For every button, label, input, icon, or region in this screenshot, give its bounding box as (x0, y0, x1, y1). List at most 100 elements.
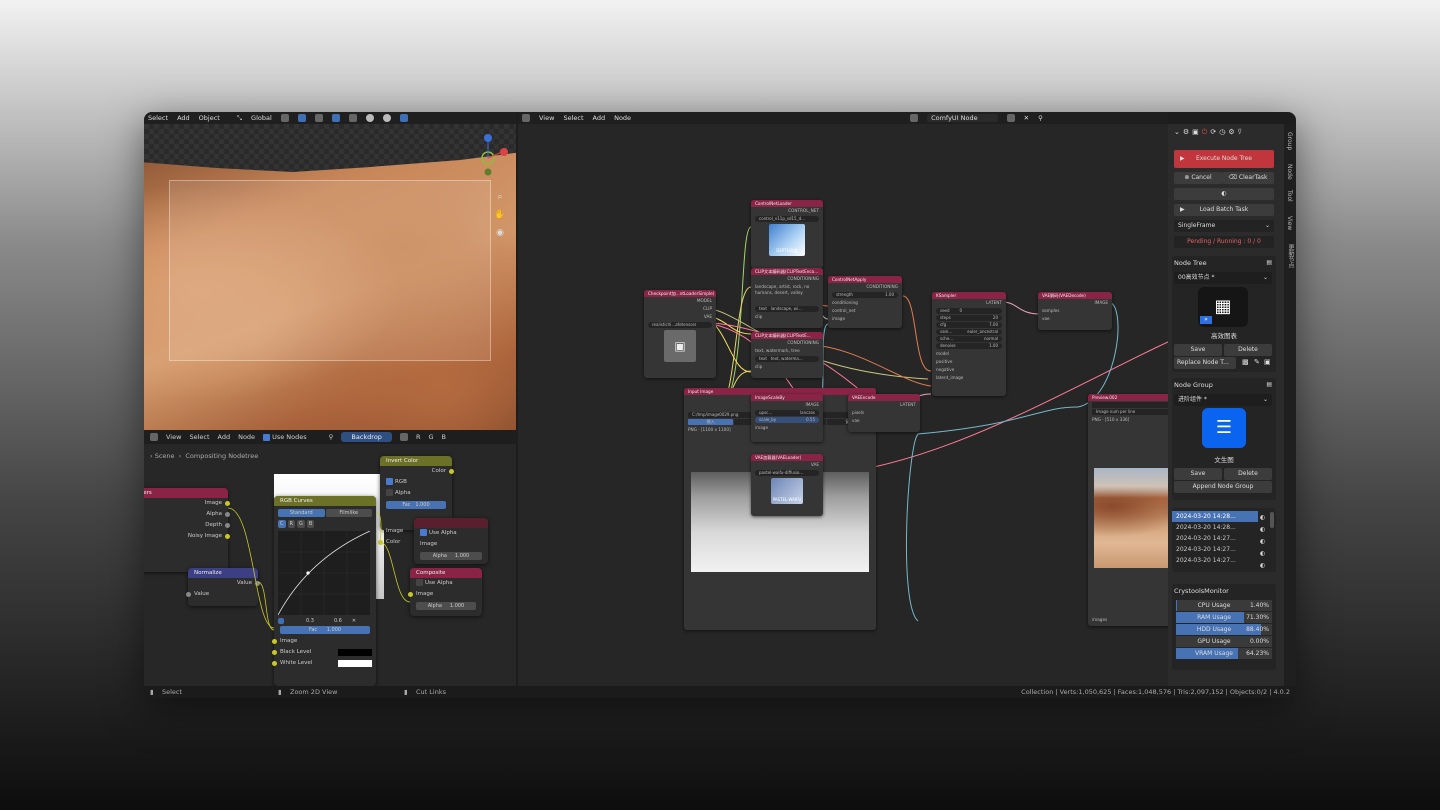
history-open-icon[interactable]: ◐ (1260, 548, 1266, 560)
save-button[interactable]: Save (1174, 344, 1222, 356)
camera-icon[interactable]: ◉ (494, 228, 506, 240)
curve-y-value[interactable]: 0.6 (334, 618, 342, 624)
ksampler-node[interactable]: KSampler LATENT seed 0 steps 20 cfg 7.00 sa… (932, 292, 1006, 396)
backdrop-button[interactable]: Backdrop (341, 432, 392, 442)
folder-icon[interactable]: ▤ (1266, 381, 1272, 388)
socket-dot[interactable] (272, 650, 277, 655)
close-icon[interactable]: ✕ (352, 618, 356, 624)
alpha-field[interactable]: Alpha 1.000 (420, 552, 482, 560)
tab-input[interactable]: 输入 (688, 419, 734, 425)
comp-menu-select[interactable]: Select (189, 433, 209, 441)
steps-field[interactable]: steps 20 (936, 315, 1002, 321)
channel-r[interactable]: R (416, 433, 421, 441)
proportional-icon[interactable] (314, 114, 323, 122)
navigation-gizmo[interactable] (468, 132, 508, 182)
breadcrumb-scene[interactable]: Scene (155, 452, 175, 460)
use-alpha-checkbox[interactable] (416, 579, 423, 586)
vae-encode-node[interactable]: VAEEncode LATENT pixels vae (848, 394, 920, 432)
socket-dot[interactable] (272, 639, 277, 644)
user-icon[interactable]: ⍢ (1238, 128, 1242, 137)
orientation-icon[interactable]: ⤡ (237, 114, 242, 123)
checkpoint-loader-node[interactable]: Checkpoint加...ntLoaderSimple) MODEL CLIP… (644, 290, 716, 378)
render-layers-node[interactable]: yers Image Alpha Depth Noisy Image (144, 488, 230, 572)
channel-g[interactable]: G (428, 433, 433, 441)
socket-dot[interactable] (272, 661, 277, 666)
text-field[interactable]: text text, waterma... (755, 356, 819, 362)
use-nodes-checkbox[interactable] (263, 433, 271, 441)
tab-node[interactable]: Node (1286, 164, 1293, 180)
seed-field[interactable]: seed 0 (936, 308, 1002, 314)
gizmo-toggle-icon[interactable] (331, 114, 340, 122)
tab-filmlike[interactable]: Filmlike (325, 509, 372, 517)
strength-field[interactable]: strength 1.00 (832, 292, 898, 298)
edit-icon[interactable]: ✎ (1254, 358, 1260, 366)
pivot-icon[interactable] (280, 114, 289, 122)
editor-type-icon[interactable] (522, 114, 530, 122)
fac-field[interactable]: Fac 1.000 (280, 626, 370, 634)
document-icon[interactable]: ☰ (1202, 408, 1246, 448)
image-icon[interactable]: ▣ (1192, 128, 1199, 137)
channel-b[interactable]: B (442, 433, 446, 441)
cancel-button[interactable]: ⊗ Cancel (1174, 172, 1222, 184)
alpha-field[interactable]: Alpha 1.000 (416, 602, 476, 610)
refresh-icon[interactable]: ⟳ (1210, 128, 1216, 137)
socket-dot[interactable] (255, 581, 260, 586)
socket-dot[interactable] (408, 592, 413, 597)
socket-dot[interactable] (225, 512, 230, 517)
history-item[interactable]: 2024-03-20 14:28... (1172, 522, 1258, 533)
gear-icon[interactable]: ⚙ (1183, 128, 1189, 137)
close-icon[interactable]: ✕ (1024, 114, 1029, 122)
clip-text-encode-positive[interactable]: CLIP文本编码器(CLIPTextEnco... CONDITIONING l… (751, 268, 823, 328)
socket-dot[interactable] (186, 592, 191, 597)
use-alpha-toggle[interactable]: Use Alpha (414, 528, 488, 539)
channel-b[interactable]: B (306, 520, 315, 528)
tab-view[interactable]: View (1286, 216, 1293, 230)
history-open-icon[interactable]: ◐ (1260, 560, 1266, 572)
shading-solid-icon[interactable] (365, 114, 374, 122)
comp-menu-add[interactable]: Add (218, 433, 231, 441)
load-batch-task-button[interactable]: ▶ Load Batch Task (1174, 204, 1274, 216)
viewport-menu-select[interactable]: Select (148, 114, 168, 122)
socket-dot[interactable] (449, 469, 454, 474)
vae-loader-node[interactable]: VAE加载器(VAELoader) VAE pastel-waifu-diffu… (751, 454, 823, 516)
node-tree-selector[interactable]: ComfyUI Node (927, 114, 998, 122)
curve-x-value[interactable]: 0.3 (306, 618, 314, 624)
history-item[interactable]: 2024-03-20 14:27... (1172, 555, 1258, 566)
history-item[interactable]: 2024-03-20 14:28... (1172, 511, 1258, 522)
tree-type-icon[interactable] (910, 114, 919, 122)
pin-icon[interactable]: ⚲ (329, 433, 334, 441)
normalize-node[interactable]: Normalize Value Value (186, 568, 260, 606)
3d-viewport[interactable]: ⌕ ✋ ◉ (144, 124, 516, 430)
pan-hand-icon[interactable]: ✋ (494, 210, 506, 222)
use-alpha-toggle[interactable]: Use Alpha (410, 578, 482, 589)
shading-material-icon[interactable] (382, 114, 391, 122)
sampler-field[interactable]: sam... euler_ancestral (936, 329, 1002, 335)
comfyui-node-editor[interactable]: ControlNetLoader CONTROL_NET control_v11… (518, 124, 1278, 686)
history-item[interactable]: 2024-03-20 14:27... (1172, 533, 1258, 544)
execute-node-tree-button[interactable]: ▶ Execute Node Tree (1174, 150, 1274, 168)
curve-graph[interactable] (278, 531, 370, 615)
controlnet-model-field[interactable]: control_v11p_sd15_d... (755, 216, 819, 222)
vae-model-field[interactable]: pastel-waifu-diffusio... (755, 470, 819, 476)
scale-by-field[interactable]: scale_by 0.55 (755, 417, 819, 423)
socket-dot[interactable] (378, 540, 383, 545)
socket-dot[interactable] (225, 523, 230, 528)
history-item[interactable]: 2024-03-20 14:27... (1172, 544, 1258, 555)
viewer-node[interactable]: Use Alpha Image Alpha 1.000 (414, 518, 488, 564)
rgb-checkbox[interactable] (386, 478, 393, 485)
comp-menu-view[interactable]: View (166, 433, 181, 441)
history-open-icon[interactable]: ◐ (1260, 524, 1266, 536)
snap-icon[interactable] (297, 114, 306, 122)
breadcrumb-tree[interactable]: Compositing Nodetree (185, 452, 258, 460)
settings-icon[interactable]: ⚙ (1228, 128, 1234, 137)
clear-task-button[interactable]: ⌫ ClearTask (1222, 172, 1274, 184)
socket-dot[interactable] (225, 534, 230, 539)
upscale-method-field[interactable]: upsc... lanczos (755, 410, 819, 416)
cfg-field[interactable]: cfg 7.00 (936, 322, 1002, 328)
scheduler-field[interactable]: sche... normal (936, 336, 1002, 342)
mode-dropdown[interactable]: SingleFrame ⌄ (1174, 220, 1274, 232)
clip-text-encode-negative[interactable]: CLIP文本编码器(CLIPTextE... CONDITIONING text… (751, 332, 823, 378)
tab-group[interactable]: Group (1286, 132, 1293, 150)
alpha-toggle[interactable]: Alpha (380, 488, 452, 499)
use-alpha-checkbox[interactable] (420, 529, 427, 536)
